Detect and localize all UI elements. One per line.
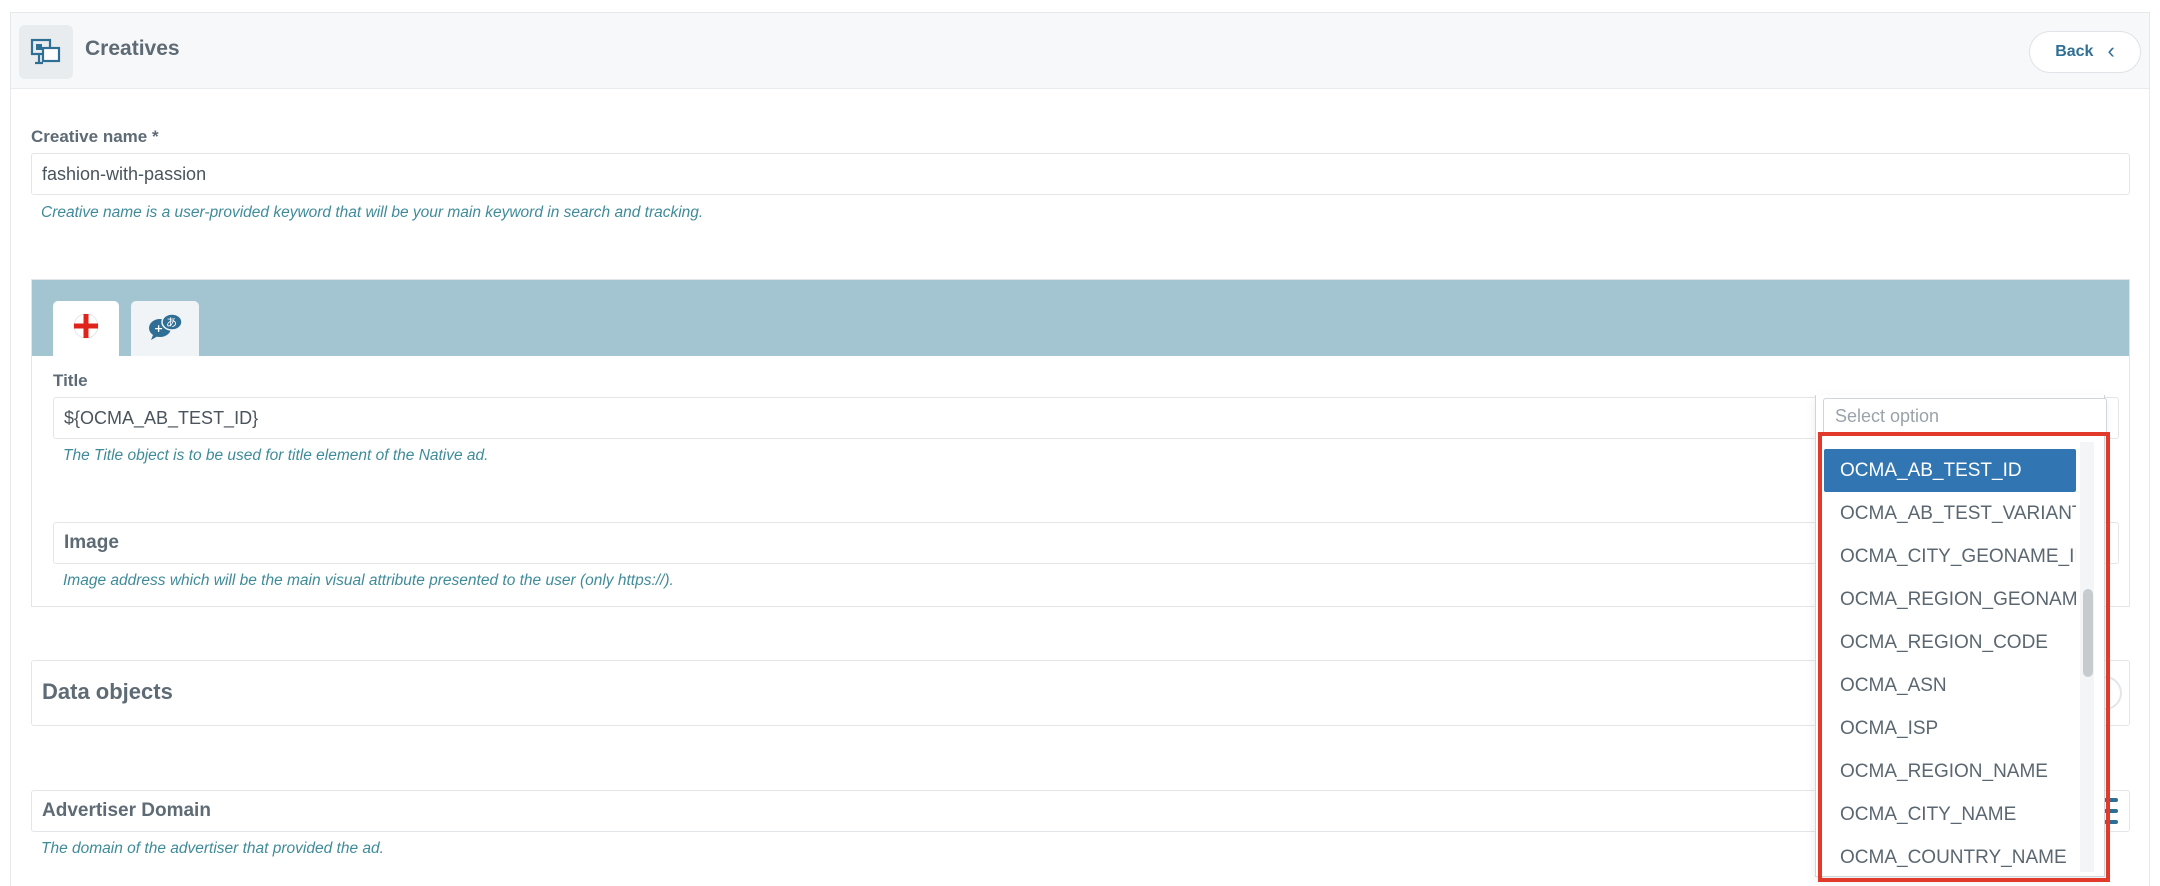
title-label: Title	[53, 371, 88, 390]
page-title: Creatives	[85, 37, 180, 60]
image-input[interactable]: Image	[53, 522, 2119, 564]
back-button[interactable]: Back ‹	[2029, 31, 2141, 73]
translate-icon: + あ	[145, 311, 185, 346]
dropdown-option[interactable]: OCMA_COUNTRY_NAME	[1824, 836, 2076, 879]
dropdown-option[interactable]: OCMA_CITY_GEONAME_ID	[1824, 535, 2076, 578]
title-input[interactable]: ${OCMA_AB_TEST_ID}	[53, 397, 2119, 439]
advertiser-domain-help: The domain of the advertiser that provid…	[41, 840, 384, 857]
page-header: Creatives Back ‹	[11, 13, 2149, 89]
chevron-left-icon: ‹	[2107, 38, 2115, 63]
language-tabbar: + あ	[32, 280, 2129, 356]
english-flag-icon	[73, 313, 99, 344]
dropdown-option[interactable]: OCMA_AB_TEST_ID	[1824, 449, 2076, 492]
dropdown-option[interactable]: OCMA_ASN	[1824, 664, 2076, 707]
back-button-label: Back	[2055, 43, 2094, 60]
dropdown-option[interactable]: OCMA_ISP	[1824, 707, 2076, 750]
dropdown-option[interactable]: OCMA_REGION_CODE	[1824, 621, 2076, 664]
dropdown-option[interactable]: OCMA_REGION_GEONAME_ID	[1824, 578, 2076, 621]
dropdown-scroll-thumb[interactable]	[2083, 589, 2093, 677]
dropdown-option[interactable]: OCMA_AB_TEST_VARIANT_ID	[1824, 492, 2076, 535]
creative-name-help: Creative name is a user-provided keyword…	[41, 204, 704, 221]
tab-translations[interactable]: + あ	[131, 301, 199, 356]
dropdown-option[interactable]: OCMA_REGION_NAME	[1824, 750, 2076, 793]
image-help: Image address which will be the main vis…	[63, 572, 674, 589]
creative-name-label: Creative name *	[31, 127, 159, 146]
hamburger-icon[interactable]	[2104, 798, 2118, 824]
creative-name-input[interactable]: fashion-with-passion	[31, 153, 2130, 195]
creatives-icon	[19, 25, 73, 79]
dropdown-options: OCMA_AB_TEST_IDOCMA_AB_TEST_VARIANT_IDOC…	[1824, 449, 2076, 879]
tab-english[interactable]	[53, 301, 119, 356]
title-help: The Title object is to be used for title…	[63, 447, 489, 464]
svg-text:あ: あ	[166, 316, 177, 329]
data-objects-title: Data objects	[42, 679, 173, 704]
dropdown-search-input[interactable]	[1823, 398, 2107, 435]
dropdown-option[interactable]: OCMA_CITY_NAME	[1824, 793, 2076, 836]
